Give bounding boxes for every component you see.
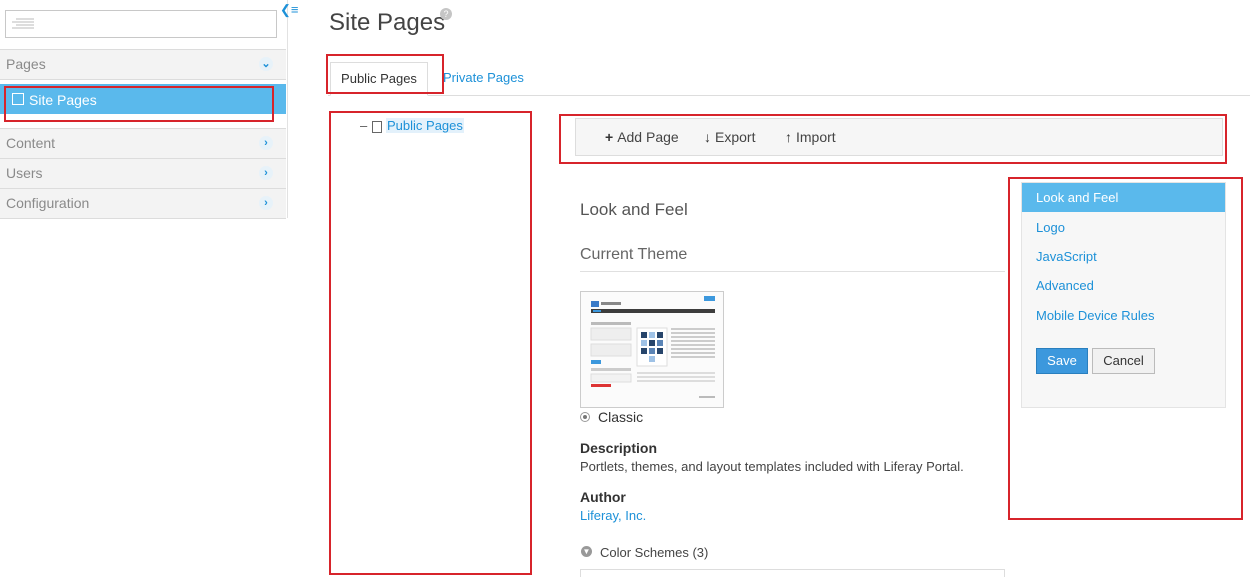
highlight-box	[326, 54, 444, 94]
highlight-box	[559, 114, 1227, 164]
chevron-down-icon: ⌄	[259, 57, 273, 71]
theme-thumbnail	[580, 291, 724, 408]
section-heading: Look and Feel	[580, 200, 688, 219]
current-theme-heading: Current Theme	[580, 246, 688, 263]
author-link[interactable]: Liferay, Inc.	[580, 508, 646, 523]
question-icon[interactable]: ?	[440, 8, 452, 20]
sidebar-item-label: Pages	[6, 56, 46, 72]
sidebar-item-users[interactable]: Users ›	[0, 158, 286, 189]
color-schemes-panel	[580, 569, 1005, 577]
description-text: Portlets, themes, and layout templates i…	[580, 459, 964, 474]
chevron-down-icon[interactable]: ▼	[581, 546, 592, 557]
sidebar-item-configuration[interactable]: Configuration ›	[0, 188, 286, 219]
chevron-right-icon: ›	[259, 136, 273, 150]
color-schemes-toggle[interactable]: Color Schemes (3)	[600, 545, 708, 560]
sidebar-item-pages[interactable]: Pages ⌄	[0, 49, 286, 80]
sidebar-search-box[interactable]	[5, 10, 277, 38]
highlight-box	[4, 86, 274, 122]
highlight-box	[329, 111, 532, 575]
highlight-box	[1008, 177, 1243, 520]
collapse-sidebar-icon[interactable]: ❮≡	[280, 2, 298, 17]
chevron-right-icon: ›	[259, 166, 273, 180]
chevron-right-icon: ›	[259, 196, 273, 210]
tab-private-pages[interactable]: Private Pages	[443, 70, 524, 85]
hamburger-icon	[12, 18, 34, 29]
theme-radio-classic[interactable]	[580, 412, 590, 422]
description-label: Description	[580, 440, 658, 456]
sidebar-item-content[interactable]: Content ›	[0, 128, 286, 159]
page-title: Site Pages	[329, 9, 446, 36]
tabs-divider	[328, 95, 1250, 96]
sidebar-item-label: Users	[6, 165, 43, 181]
theme-name: Classic	[598, 409, 644, 425]
divider	[580, 271, 1005, 272]
theme-preview-image	[581, 292, 723, 407]
sidebar-item-label: Content	[6, 135, 56, 151]
sidebar-item-label: Configuration	[6, 195, 90, 211]
author-label: Author	[580, 489, 626, 505]
